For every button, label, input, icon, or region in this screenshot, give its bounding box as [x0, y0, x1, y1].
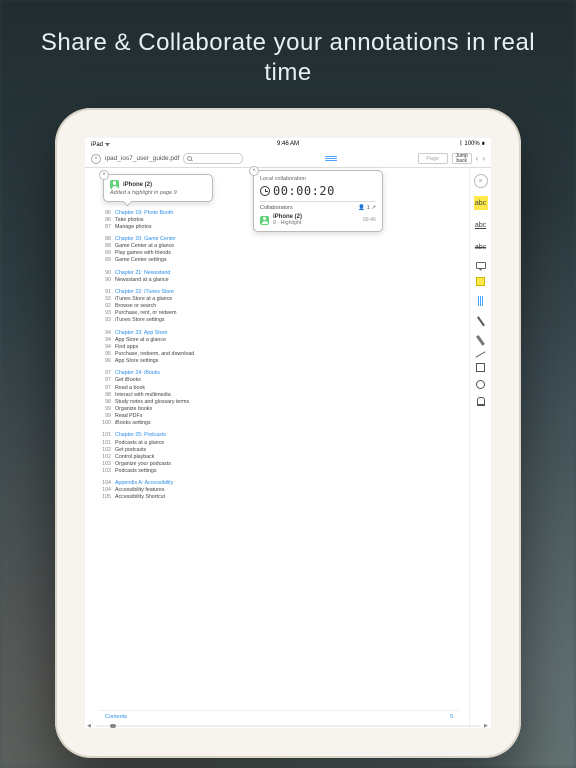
close-popover-button[interactable]: ×	[99, 170, 109, 180]
toc-item: 97Get iBooks	[99, 377, 459, 384]
strikethrough-tool[interactable]: abc	[474, 240, 488, 254]
contents-link[interactable]: Contents	[105, 714, 127, 720]
toc-item: 94App Store at a glance	[99, 337, 459, 344]
collab-user-action: 9 - Highlight	[273, 220, 302, 226]
status-right: ᛒ 100% ▮	[459, 141, 485, 147]
comment-tool[interactable]	[476, 262, 486, 269]
file-tab[interactable]: ipad_ios7_user_guide.pdf	[105, 155, 179, 162]
toc-item: 89Game Center settings	[99, 257, 459, 264]
clock-icon	[260, 186, 270, 196]
collaborator-avatar	[110, 180, 119, 189]
ipad-frame: iPad ᯤ 9:46 AM ᛒ 100% ▮ × ipad_ios7_user…	[55, 108, 521, 758]
toc-chapter-link[interactable]: 94Chapter 23: App Store	[99, 330, 459, 337]
toc-item: 94Find apps	[99, 344, 459, 351]
screen: iPad ᯤ 9:46 AM ᛒ 100% ▮ × ipad_ios7_user…	[85, 138, 491, 728]
collaborators-label: Collaborators	[260, 205, 293, 211]
toc-item: 97Read a book	[99, 385, 459, 392]
rectangle-tool[interactable]	[476, 363, 485, 372]
toc-item: 93Purchase, rent, or redeem	[99, 310, 459, 317]
line-tool[interactable]	[475, 351, 485, 357]
page-input[interactable]: Page	[418, 153, 448, 164]
toc-item: 89Play games with friends	[99, 250, 459, 257]
collaboration-popover: × Local collaboration 00:00:20 Collabora…	[253, 170, 383, 232]
annotation-popover: × iPhone (2) Added a highlight in page 9	[103, 174, 213, 202]
toc-item: 100iBooks settings	[99, 420, 459, 427]
toc-chapter-link[interactable]: 91Chapter 22: iTunes Store	[99, 289, 459, 296]
collaborator-name: iPhone (2)	[123, 182, 152, 188]
page-number: 5	[450, 714, 453, 720]
search-input[interactable]	[183, 153, 243, 164]
pdf-page[interactable]: 84Chapter 18: Reminders85Scheduled remin…	[85, 168, 469, 728]
toc-item: 105Accessibility Shortcut	[99, 494, 459, 501]
toc-item: 92iTunes Store at a glance	[99, 296, 459, 303]
view-mode-button[interactable]	[324, 156, 338, 161]
session-timer: 00:00:20	[273, 184, 335, 198]
status-bar: iPad ᯤ 9:46 AM ᛒ 100% ▮	[85, 138, 491, 150]
toc-item: 98Study notes and glossary terms	[99, 399, 459, 406]
toc-item: 102Get podcasts	[99, 447, 459, 454]
toc-item: 103Podcasts settings	[99, 468, 459, 475]
marker-tool[interactable]	[476, 335, 484, 345]
close-collab-button[interactable]: ×	[249, 166, 259, 176]
toc-item: 102Control playback	[99, 454, 459, 461]
collab-title: Local collaboration	[260, 176, 376, 182]
selection-indicator	[474, 294, 488, 308]
toc-item: 103Organize your podcasts	[99, 461, 459, 468]
annotation-message: Added a highlight in page 9	[110, 190, 206, 196]
collaborator-avatar	[260, 216, 269, 225]
toc-chapter-link[interactable]: 104Appendix A: Accessibility	[99, 480, 459, 487]
toolbar: × ipad_ios7_user_guide.pdf Page Jumpback…	[85, 150, 491, 168]
scroll-right-button[interactable]: ▶	[484, 723, 489, 728]
search-icon	[187, 156, 192, 161]
next-page-button[interactable]: ›	[482, 154, 485, 163]
toc-item: 98Interact with multimedia	[99, 392, 459, 399]
toc-item: 96App Store settings	[99, 358, 459, 365]
highlight-text-tool[interactable]: abc	[474, 196, 488, 210]
toc-chapter-link[interactable]: 101Chapter 25: Podcasts	[99, 432, 459, 439]
toc-item: 101Podcasts at a glance	[99, 440, 459, 447]
annotation-toolbar: × abc abc abc	[469, 168, 491, 728]
toc-item: 95Purchase, redeem, and download	[99, 351, 459, 358]
toc-chapter-link[interactable]: 88Chapter 20: Game Center	[99, 236, 459, 243]
marketing-headline: Share & Collaborate your annotations in …	[0, 0, 576, 88]
scroll-left-button[interactable]: ◀	[87, 723, 92, 728]
close-doc-button[interactable]: ×	[91, 154, 101, 164]
toc-item: 90Newsstand at a glance	[99, 277, 459, 284]
collaborator-count: 👤 1 ↗	[358, 205, 376, 211]
status-device: iPad ᯤ	[91, 140, 110, 148]
toc-item: 88Game Center at a glance	[99, 243, 459, 250]
highlight-area-tool[interactable]	[476, 277, 485, 286]
toc-item: 92Browse or search	[99, 303, 459, 310]
toc-item: 93iTunes Store settings	[99, 317, 459, 324]
toc-item: 99Read PDFs	[99, 413, 459, 420]
page-scrollbar[interactable]: ◀ ▶	[95, 725, 481, 727]
collab-timestamp: 09:46	[363, 217, 376, 223]
ellipse-tool[interactable]	[476, 380, 485, 389]
toc-chapter-link[interactable]: 90Chapter 21: Newsstand	[99, 270, 459, 277]
jump-back-button[interactable]: Jumpback	[452, 153, 472, 164]
toc-item: 99Organize books	[99, 406, 459, 413]
toc-item: 104Accessibility features	[99, 487, 459, 494]
underline-tool[interactable]: abc	[474, 218, 488, 232]
pen-tool[interactable]	[477, 317, 485, 327]
stamp-tool[interactable]	[477, 397, 485, 406]
prev-page-button[interactable]: ‹	[476, 154, 479, 163]
toc-chapter-link[interactable]: 97Chapter 24: iBooks	[99, 370, 459, 377]
close-tools-button[interactable]: ×	[474, 174, 488, 188]
status-time: 9:46 AM	[277, 141, 299, 147]
